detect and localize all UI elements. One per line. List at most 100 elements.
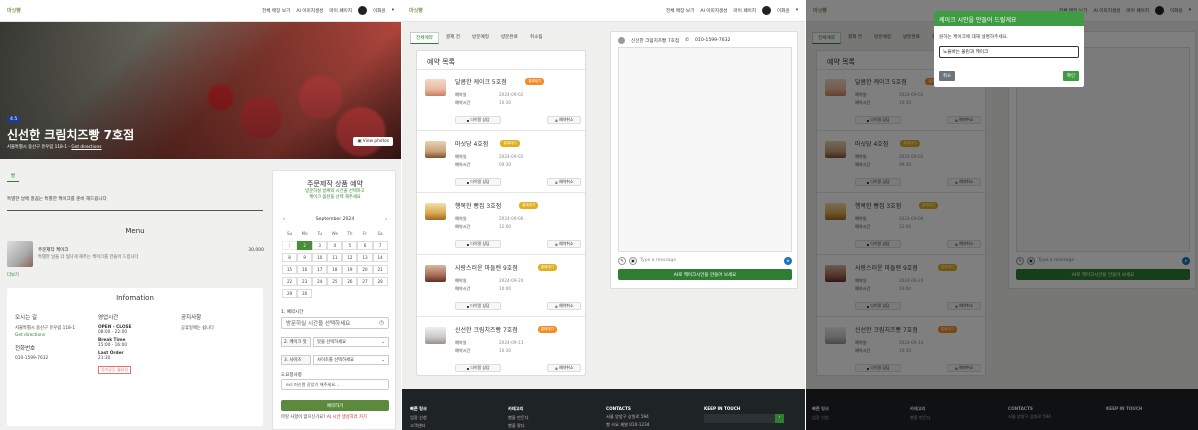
attach-icon[interactable]: ✎	[618, 256, 626, 265]
calendar-day[interactable]: 24	[312, 277, 328, 286]
calendar-day[interactable]: 22	[282, 277, 298, 286]
menu-item-name[interactable]: 주문제작 케이크	[38, 247, 68, 253]
calendar-day[interactable]: 9	[297, 253, 313, 262]
calendar-day[interactable]: 12	[342, 253, 358, 262]
shop-name[interactable]: 사랑스러운 마들렌 9호점	[455, 263, 518, 272]
image-icon[interactable]: ▣	[629, 256, 637, 265]
calendar-day[interactable]: 17	[312, 265, 328, 274]
logo[interactable]: 마싯빵	[7, 7, 262, 14]
calendar-day[interactable]: 19	[342, 265, 358, 274]
avatar[interactable]	[762, 6, 771, 15]
calendar-day[interactable]: 6	[357, 241, 373, 250]
chevron-down-icon[interactable]: ▾	[392, 8, 394, 13]
calendar-day[interactable]: 4	[327, 241, 343, 250]
calendar-day[interactable]: 30	[297, 289, 313, 298]
tab-visited[interactable]: 방문완료	[496, 32, 523, 44]
cancel-button[interactable]: 취소	[939, 71, 955, 81]
tab-bread[interactable]: 빵	[7, 173, 19, 182]
calendar-day[interactable]: 7	[372, 241, 388, 250]
flavor-value[interactable]: 맛을 선택하세요 ⌄	[313, 337, 389, 347]
calendar-day[interactable]: 11	[327, 253, 343, 262]
more-link[interactable]: 더보기	[7, 272, 19, 278]
nav-link-all-stores[interactable]: 전체 매장 보기	[666, 8, 694, 14]
calendar-day[interactable]: 13	[357, 253, 373, 262]
calendar-day[interactable]: 21	[372, 265, 388, 274]
footer-link[interactable]: 고객센터	[410, 423, 427, 429]
calendar-day[interactable]: 25	[327, 277, 343, 286]
size-value[interactable]: 사이즈를 선택하세요 ⌄	[313, 355, 389, 365]
chat-button[interactable]: ▪ 다이얼 상담	[455, 364, 501, 372]
chevron-right-icon[interactable]: ›	[385, 217, 387, 222]
nav-link-ai-image[interactable]: AI 이미지생성	[296, 8, 323, 14]
user-name[interactable]: 이화윤	[777, 8, 790, 14]
shop-name[interactable]: 신선한 크림치즈빵 7호점	[455, 325, 518, 334]
calendar-day[interactable]: 15	[282, 265, 298, 274]
calendar-day[interactable]: 1	[282, 241, 298, 250]
tab-unpaid[interactable]: 결제 전	[441, 32, 465, 44]
nav-link-all-stores[interactable]: 전체 매장 보기	[262, 8, 290, 14]
ai-cake-button[interactable]: AI로 케이크시안을 만들어 보세요	[618, 269, 792, 280]
reserve-button[interactable]: 예약하기	[281, 400, 389, 411]
arrow-right-icon[interactable]: ›	[775, 414, 784, 423]
footer-link[interactable]: 빵을 만든다	[508, 415, 529, 421]
chat-button[interactable]: ▪ 다이얼 상담	[455, 116, 501, 124]
calendar-day[interactable]: 29	[282, 289, 298, 298]
tab-all[interactable]: 전체예약	[410, 32, 439, 44]
chat-button[interactable]: ▪ 다이얼 상담	[455, 178, 501, 186]
nav-link-ai-image[interactable]: AI 이미지생성	[700, 8, 727, 14]
calendar-day[interactable]: 27	[357, 277, 373, 286]
calendar-day[interactable]: 16	[297, 265, 313, 274]
calendar-day[interactable]: 10	[312, 253, 328, 262]
calendar-day[interactable]: 28	[372, 277, 388, 286]
calendar-day[interactable]: 3	[312, 241, 328, 250]
confirm-button[interactable]: 확인	[1063, 71, 1079, 81]
calendar-day[interactable]: 18	[327, 265, 343, 274]
reservation-item[interactable]: 마싯당 4호점 결제대기예약일 2024-09-02 예약시간 09:30 ▪ 다이얼 상…	[417, 132, 585, 193]
send-icon[interactable]: ➤	[784, 256, 792, 265]
menu-item-image[interactable]	[7, 241, 33, 267]
calendar-day[interactable]: 5	[342, 241, 358, 250]
directions-link[interactable]: Get directions	[71, 145, 101, 150]
calendar-day[interactable]: 23	[297, 277, 313, 286]
shop-name[interactable]: 마싯당 4호점	[455, 139, 488, 148]
reservation-item[interactable]: 달콤한 케이크 5호점 결제대기예약일 2024-09-02 예약시간 10:30 ▪ 다…	[417, 70, 585, 131]
user-name[interactable]: 이화윤	[373, 8, 386, 14]
avatar[interactable]	[358, 6, 367, 15]
reservation-item[interactable]: 사랑스러운 마들렌 9호점 결제대기예약일 2024-09-20 예약시간 10:00 ▪…	[417, 256, 585, 317]
ai-design-link[interactable]: AI 시안 생성하러 가기	[327, 415, 367, 420]
nav-link-mypage[interactable]: 마이 페이지	[733, 8, 756, 14]
cancel-reservation-button[interactable]: ⊗ 예약취소	[547, 240, 581, 248]
tab-upcoming[interactable]: 방문예정	[467, 32, 494, 44]
size-select[interactable]: 3. 사이즈 사이즈를 선택하세요 ⌄	[281, 355, 389, 365]
nav-link-mypage[interactable]: 마이 페이지	[329, 8, 352, 14]
calendar-day[interactable]: 26	[342, 277, 358, 286]
reservation-item[interactable]: 행복한 빵집 3호점 결제대기예약일 2024-09-06 예약시간 12:00 ▪ 다이…	[417, 194, 585, 255]
tab-cancelled[interactable]: 취소됨	[525, 32, 548, 44]
reservation-item[interactable]: 신선한 크림치즈빵 7호점 결제대기예약일 2024-09-13 예약시간 10:30 ▪…	[417, 318, 585, 375]
flavor-select[interactable]: 2. 케이크 맛 맛을 선택하세요 ⌄	[281, 337, 389, 347]
calendar-day[interactable]: 2	[297, 241, 313, 250]
chat-messages[interactable]	[618, 47, 792, 252]
cancel-reservation-button[interactable]: ⊗ 예약취소	[547, 302, 581, 310]
chevron-left-icon[interactable]: ‹	[283, 217, 285, 222]
shop-name[interactable]: 행복한 빵집 3호점	[455, 201, 501, 210]
chat-input[interactable]: Type a message	[640, 258, 676, 263]
shop-name[interactable]: 달콤한 케이크 5호점	[455, 77, 507, 86]
logo[interactable]: 마싯빵	[409, 7, 666, 14]
calendar-day[interactable]: 14	[372, 253, 388, 262]
chat-button[interactable]: ▪ 다이얼 상담	[455, 240, 501, 248]
location-directions[interactable]: Get directions	[15, 333, 95, 338]
newsletter-input[interactable]: ›	[704, 414, 784, 423]
chevron-down-icon[interactable]: ▾	[796, 8, 798, 13]
calendar-day[interactable]: 20	[357, 265, 373, 274]
footer-link[interactable]: 업장 신청	[410, 415, 427, 421]
cancel-reservation-button[interactable]: ⊗ 예약취소	[547, 178, 581, 186]
calendar-day[interactable]: 8	[282, 253, 298, 262]
cake-description-input[interactable]: 노을바는 올린과 케이크	[939, 46, 1079, 58]
time-input[interactable]: 방문하실 시간을 선택하세요 ◷	[281, 317, 389, 329]
footer-link[interactable]: 빵을 팔다	[508, 423, 529, 429]
view-photos-button[interactable]: ▣ View photos	[353, 137, 393, 146]
request-input[interactable]: ex) 머신컬 같았기 해주세요...	[281, 379, 389, 390]
chat-button[interactable]: ▪ 다이얼 상담	[455, 302, 501, 310]
cancel-reservation-button[interactable]: ⊗ 예약취소	[547, 116, 581, 124]
